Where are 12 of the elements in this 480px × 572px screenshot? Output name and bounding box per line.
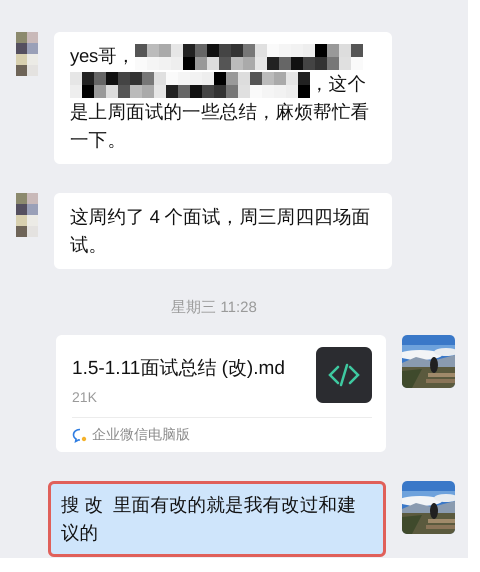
avatar-mosaic-drawing [16,193,38,238]
timestamp: 星期三 11:28 [171,298,258,318]
message-bubble: 搜 改 里面有改的就是我有改过和建议的 [48,481,386,558]
file-card[interactable]: 1.5-1.11面试总结 (改).md 21K 企业微信电脑版 [56,335,386,452]
file-size: 21K [72,389,98,406]
message-bubble: yes哥， ，这个是上周面试的一些总结，麻烦帮忙看一下。 [54,32,392,164]
avatar-mosaic-drawing [16,32,38,76]
code-file-icon [316,347,372,404]
file-name: 1.5-1.11面试总结 (改).md [72,357,285,382]
source-label: 企业微信电脑版 [92,426,190,444]
chat-bubble-icon [72,428,88,443]
message-bubble: 这周约了 4 个面试，周三周四四场面试。 [54,193,392,270]
